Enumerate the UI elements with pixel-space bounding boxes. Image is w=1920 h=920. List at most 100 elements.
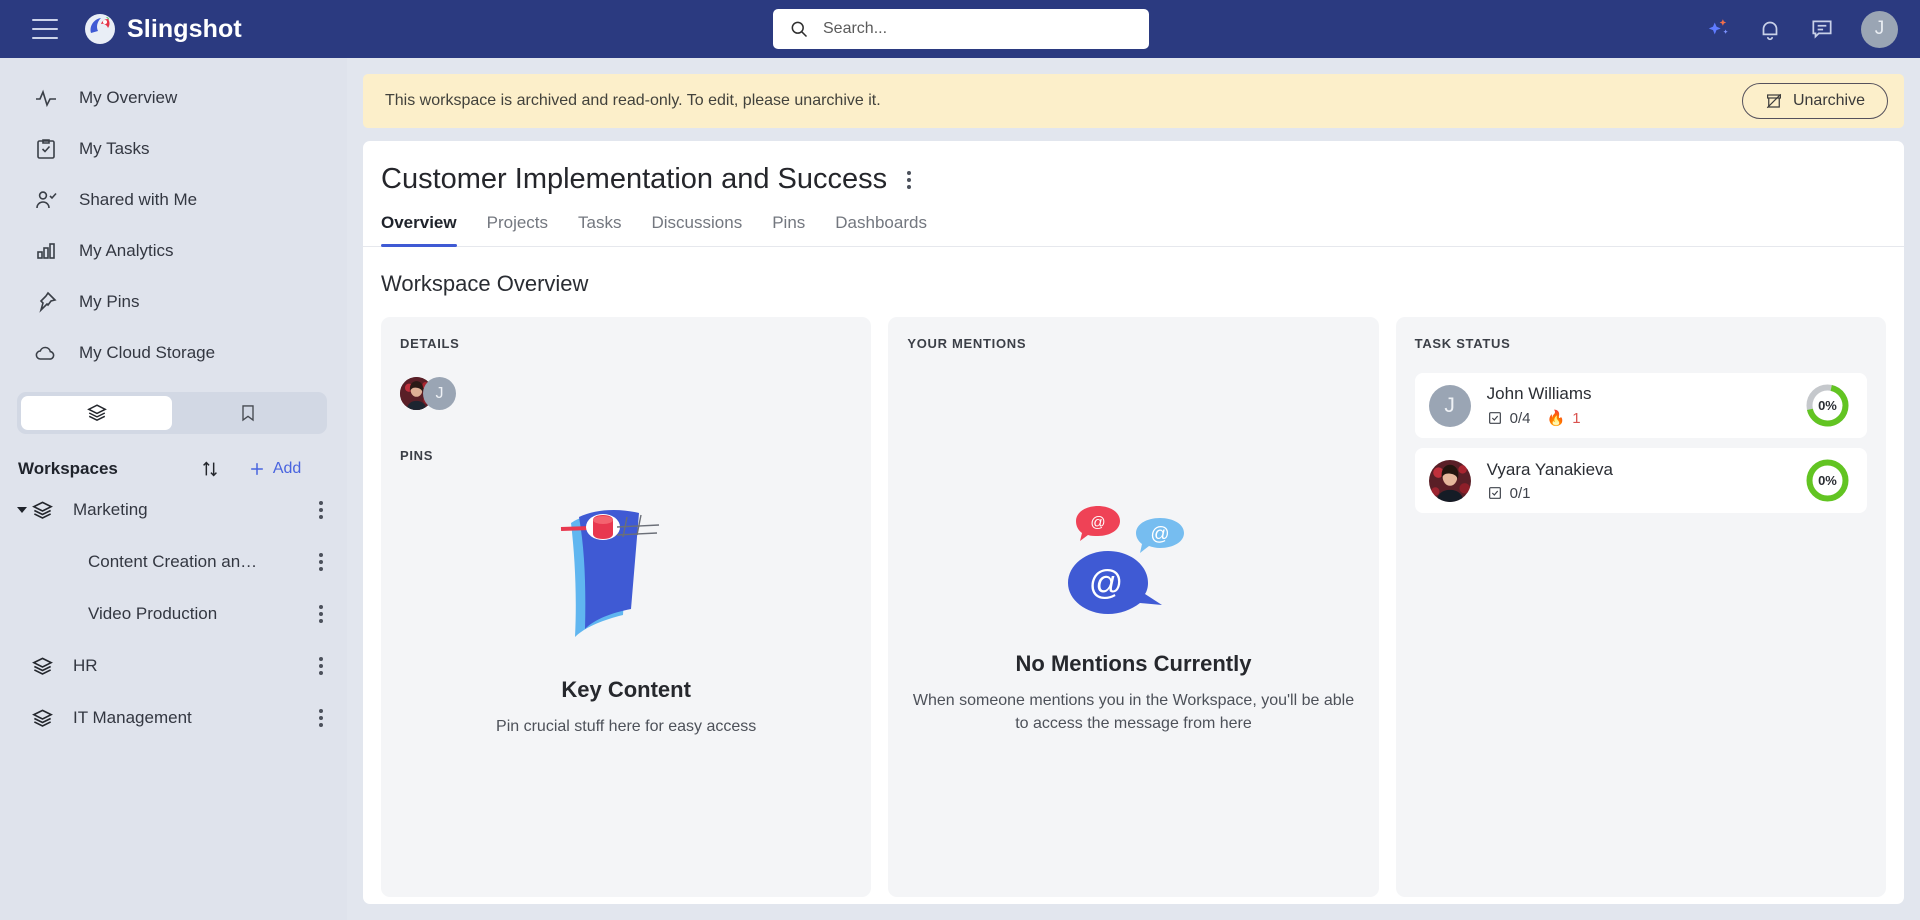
bar-chart-icon bbox=[37, 242, 55, 259]
mentions-card: YOUR MENTIONS @ @ @ No Mentions Currentl… bbox=[888, 317, 1379, 897]
fire-icon: 🔥 bbox=[1546, 410, 1566, 427]
kebab-menu-icon[interactable] bbox=[319, 550, 323, 574]
sidebar-item-shared-with-me[interactable]: Shared with Me bbox=[0, 174, 347, 225]
search-container bbox=[773, 9, 1149, 49]
ai-sparkle-icon[interactable] bbox=[1705, 16, 1731, 42]
brand-name: Slingshot bbox=[127, 14, 242, 43]
workspace-item-video-production[interactable]: Video Production bbox=[0, 588, 347, 640]
mentions-card-title: YOUR MENTIONS bbox=[907, 336, 1027, 351]
hamburger-icon[interactable] bbox=[32, 19, 58, 39]
search-box[interactable] bbox=[773, 9, 1149, 49]
member-avatars: J bbox=[400, 377, 852, 410]
sidebar: My Overview My Tasks Shared with Me My A… bbox=[0, 58, 347, 920]
page-title-row: Customer Implementation and Success bbox=[363, 141, 1904, 196]
task-status-row[interactable]: Vyara Yanakieva 0/1 0% bbox=[1414, 448, 1867, 513]
details-card-title: DETAILS bbox=[400, 336, 460, 351]
mention-bubbles-illustration: @ @ @ bbox=[907, 501, 1359, 641]
tab-projects[interactable]: Projects bbox=[487, 213, 548, 246]
kebab-menu-icon[interactable] bbox=[319, 654, 323, 678]
tab-discussions[interactable]: Discussions bbox=[652, 213, 743, 246]
unarchive-button[interactable]: Unarchive bbox=[1741, 83, 1888, 119]
sort-arrows-icon[interactable] bbox=[199, 458, 221, 480]
workspace-label: HR bbox=[73, 656, 98, 675]
main-content: This workspace is archived and read-only… bbox=[347, 58, 1920, 920]
slingshot-logo-icon bbox=[85, 14, 115, 44]
progress-percent: 0% bbox=[1818, 473, 1837, 488]
sidebar-item-my-overview[interactable]: My Overview bbox=[0, 72, 347, 123]
sidebar-item-label: My Overview bbox=[79, 87, 178, 107]
workspace-item-it-management[interactable]: IT Management bbox=[0, 692, 347, 744]
workspaces-title: Workspaces bbox=[18, 459, 118, 478]
task-status-row[interactable]: J John Williams 0/4 🔥 1 0% bbox=[1414, 373, 1867, 438]
avatar[interactable]: J bbox=[1861, 10, 1898, 48]
sidebar-item-my-pins[interactable]: My Pins bbox=[0, 276, 347, 327]
tab-overview[interactable]: Overview bbox=[381, 213, 457, 247]
add-workspace-button[interactable]: Add bbox=[247, 459, 301, 479]
plus-icon bbox=[251, 463, 263, 475]
sidebar-item-my-analytics[interactable]: My Analytics bbox=[0, 225, 347, 276]
section-title: Workspace Overview bbox=[381, 271, 589, 296]
messages-icon[interactable] bbox=[1809, 16, 1835, 42]
task-assignee-name: John Williams bbox=[1486, 384, 1592, 403]
cloud-icon bbox=[35, 346, 55, 360]
segment-workspaces[interactable] bbox=[21, 396, 172, 430]
mentions-empty-title: No Mentions Currently bbox=[1015, 651, 1252, 676]
task-checklist-icon bbox=[37, 138, 55, 159]
user-check-icon bbox=[36, 190, 57, 208]
layers-icon bbox=[32, 656, 53, 675]
segment-bookmarks[interactable] bbox=[172, 396, 323, 430]
sidebar-item-label: My Pins bbox=[79, 291, 140, 311]
page-title: Customer Implementation and Success bbox=[381, 163, 888, 195]
avatar[interactable]: J bbox=[423, 377, 456, 410]
pins-label: PINS bbox=[400, 448, 434, 463]
add-workspace-label: Add bbox=[272, 460, 302, 477]
overview-cards: DETAILS J PINS Key Content Pin crucial s… bbox=[363, 297, 1904, 897]
task-completed-count: 0/4 bbox=[1509, 409, 1531, 427]
task-status-card: TASK STATUS J John Williams 0/4 🔥 1 0% V… bbox=[1395, 317, 1886, 897]
pins-empty-text: Pin crucial stuff here for easy access bbox=[496, 718, 757, 735]
unarchive-box-icon bbox=[1766, 93, 1782, 109]
kebab-menu-icon[interactable] bbox=[319, 498, 323, 522]
kebab-menu-icon[interactable] bbox=[319, 602, 323, 626]
progress-ring: 0% bbox=[1804, 457, 1851, 504]
checkbox-icon bbox=[1488, 412, 1501, 424]
topbar-actions: J bbox=[1705, 0, 1898, 58]
layers-icon bbox=[32, 708, 53, 727]
sidebar-segmented-control bbox=[17, 392, 327, 434]
search-icon bbox=[791, 21, 808, 38]
search-input[interactable] bbox=[823, 20, 1149, 38]
kebab-menu-icon[interactable] bbox=[319, 706, 323, 730]
task-status-info: Vyara Yanakieva 0/1 bbox=[1487, 460, 1804, 502]
tab-dashboards[interactable]: Dashboards bbox=[835, 213, 927, 246]
layers-icon bbox=[32, 500, 53, 519]
workspaces-header: Workspaces Add bbox=[18, 454, 347, 484]
workspace-item-content-creation[interactable]: Content Creation an… bbox=[0, 536, 347, 588]
top-bar: Slingshot J bbox=[0, 0, 1920, 58]
svg-text:@: @ bbox=[1151, 524, 1170, 545]
avatar bbox=[1428, 459, 1471, 502]
task-status-list: J John Williams 0/4 🔥 1 0% Vyara Yanakie… bbox=[1414, 373, 1867, 513]
task-overdue-count: 1 bbox=[1572, 409, 1581, 427]
workspace-item-hr[interactable]: HR bbox=[0, 640, 347, 692]
notifications-bell-icon[interactable] bbox=[1757, 16, 1783, 42]
workspace-item-marketing[interactable]: Marketing bbox=[0, 484, 347, 536]
kebab-menu-icon[interactable] bbox=[907, 168, 912, 192]
svg-text:@: @ bbox=[1089, 564, 1124, 602]
sidebar-item-label: My Tasks bbox=[79, 138, 150, 158]
checkbox-icon bbox=[1488, 487, 1501, 499]
chevron-down-icon[interactable] bbox=[17, 507, 27, 513]
sidebar-item-my-cloud-storage[interactable]: My Cloud Storage bbox=[0, 327, 347, 378]
pins-empty-title: Key Content bbox=[561, 677, 691, 702]
activity-icon bbox=[36, 89, 56, 107]
tab-tasks[interactable]: Tasks bbox=[578, 213, 621, 246]
mentions-empty-text: When someone mentions you in the Workspa… bbox=[912, 692, 1355, 732]
bookmark-icon bbox=[241, 405, 254, 422]
banner-message: This workspace is archived and read-only… bbox=[385, 92, 881, 109]
sidebar-item-my-tasks[interactable]: My Tasks bbox=[0, 123, 347, 174]
workspace-label: Marketing bbox=[73, 500, 148, 519]
workspace-label: Video Production bbox=[88, 604, 218, 623]
tab-pins[interactable]: Pins bbox=[772, 213, 805, 246]
pinned-page-illustration bbox=[400, 477, 852, 667]
brand[interactable]: Slingshot bbox=[84, 13, 242, 45]
task-status-card-title: TASK STATUS bbox=[1414, 336, 1511, 351]
